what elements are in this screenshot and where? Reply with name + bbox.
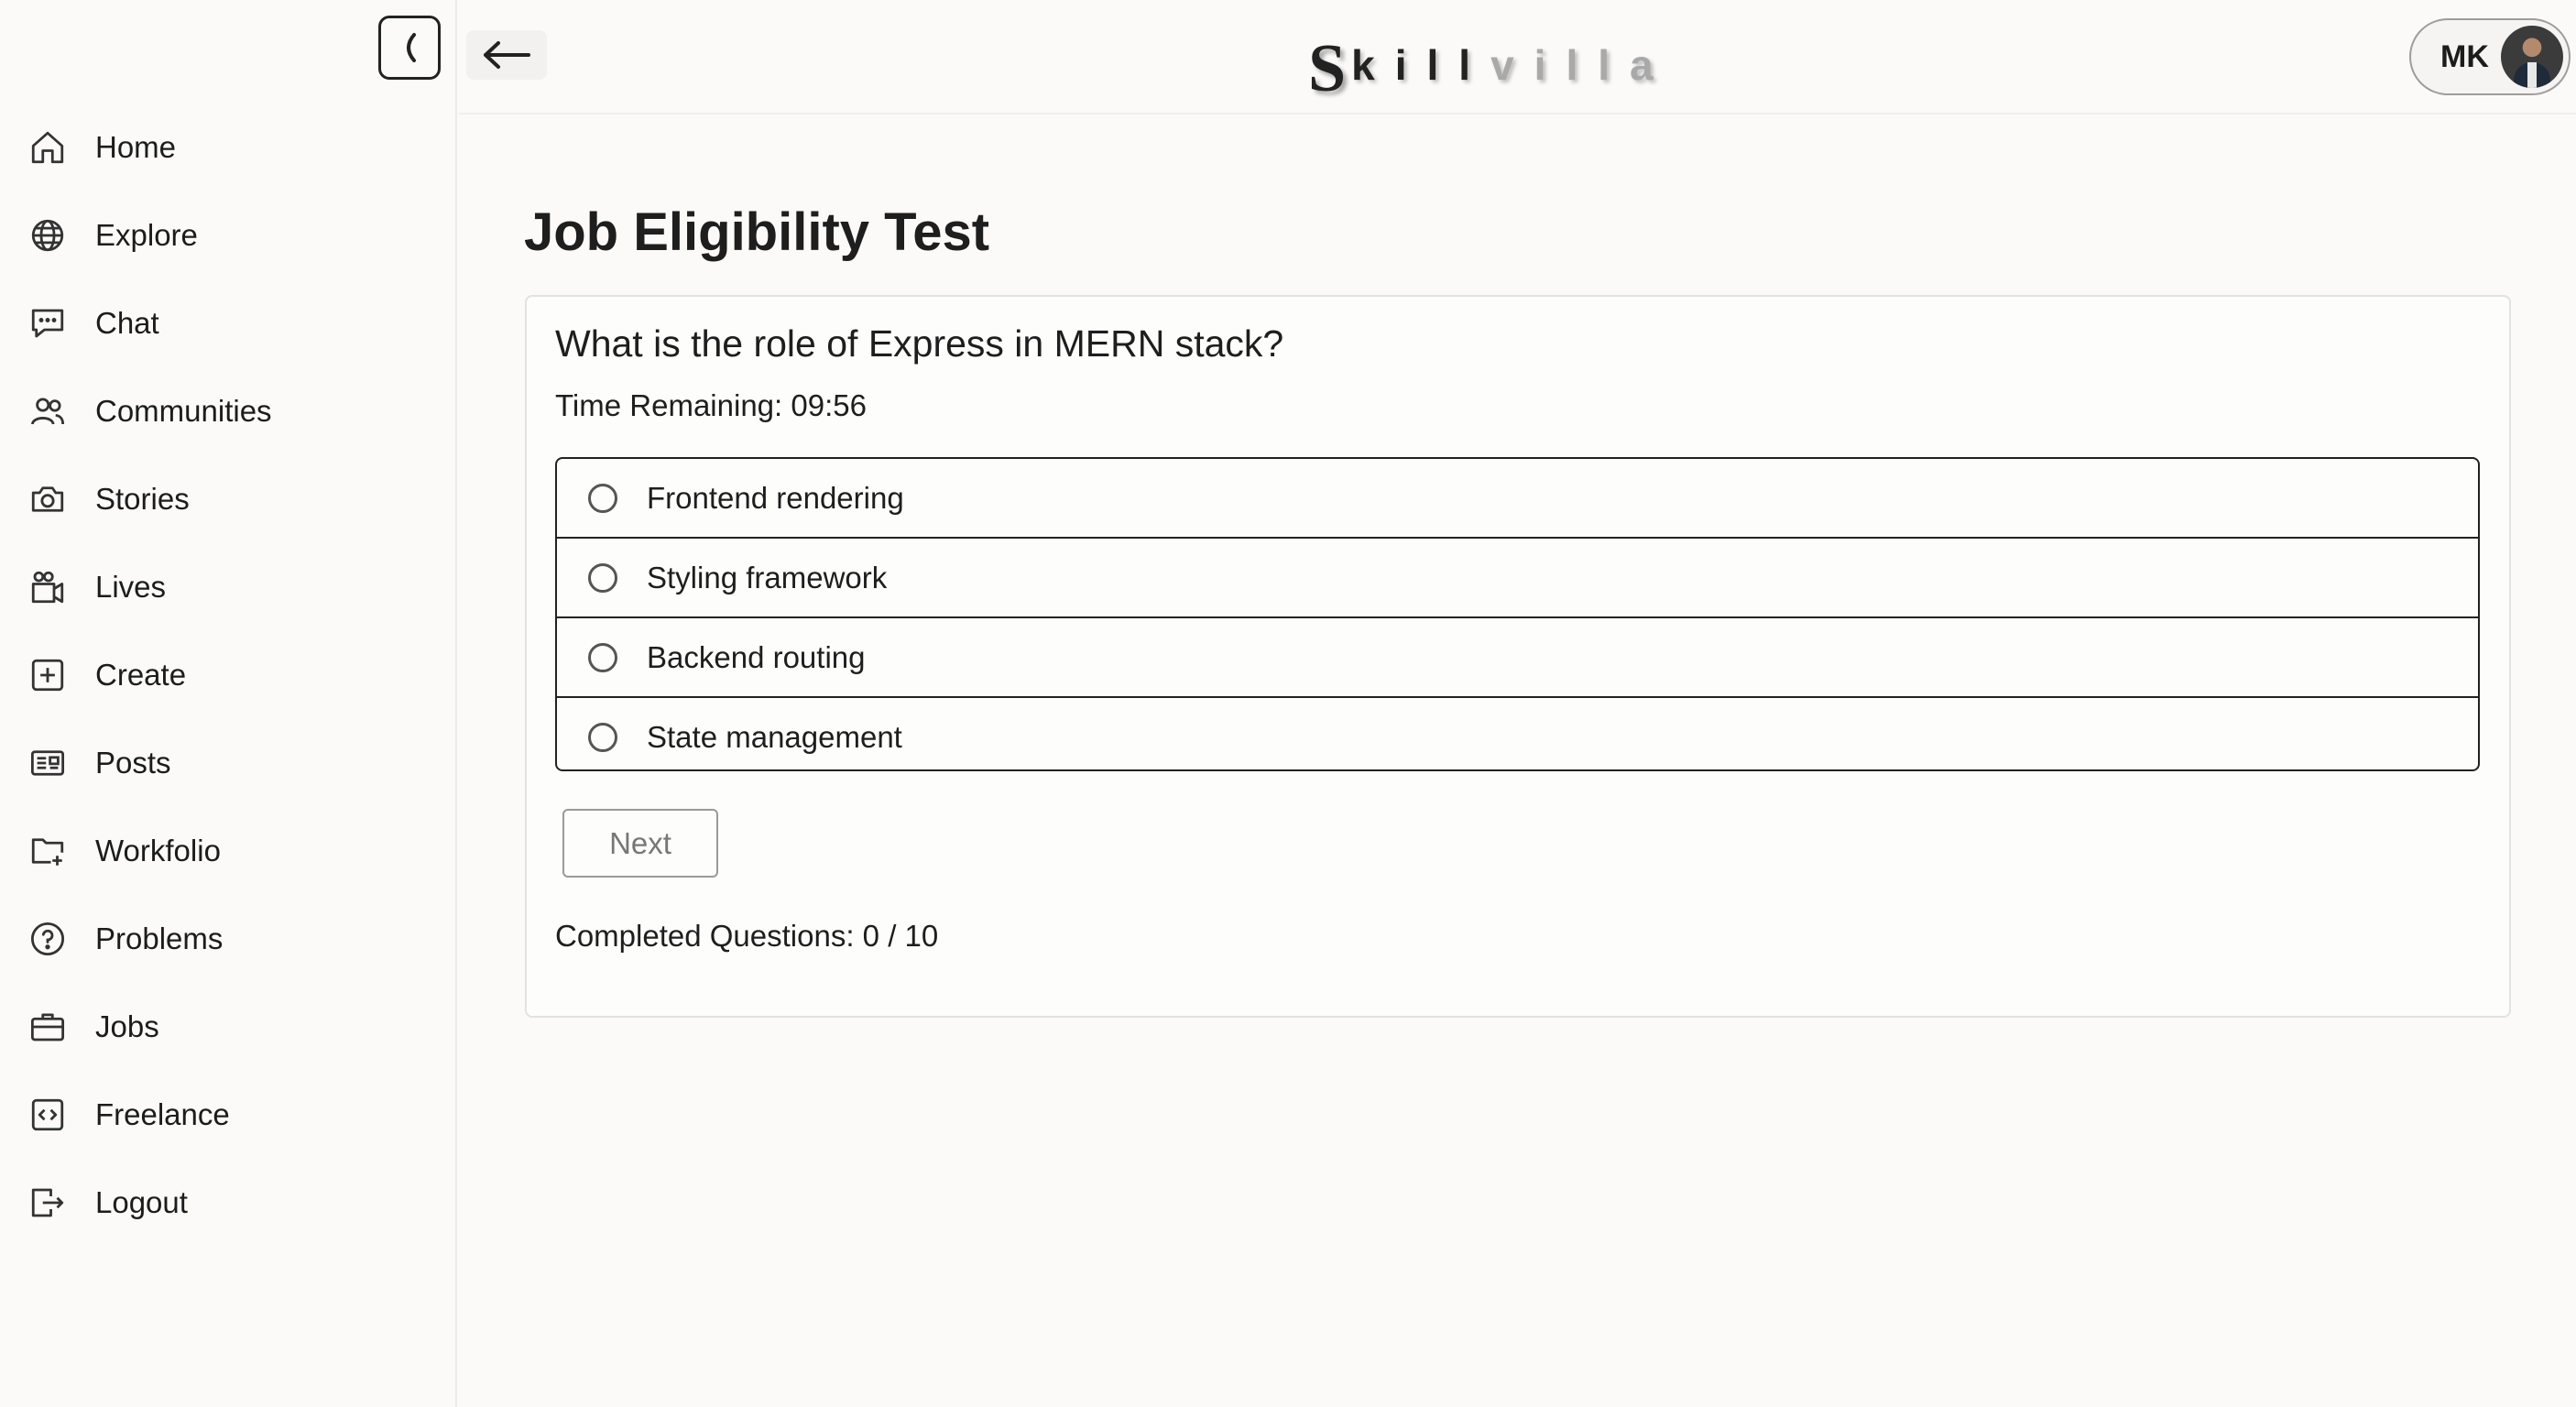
sidebar-item-lives[interactable]: Lives [27, 560, 431, 615]
chevron-left-icon [407, 33, 416, 62]
sidebar-item-posts[interactable]: Posts [27, 736, 431, 791]
page-title: Job Eligibility Test [524, 202, 990, 262]
plus-square-icon [27, 655, 68, 695]
sidebar-item-label: Communities [95, 394, 272, 428]
sidebar-item-problems[interactable]: Problems [27, 911, 431, 966]
radio-button[interactable] [588, 642, 617, 672]
radio-button[interactable] [588, 562, 617, 593]
home-icon [27, 127, 68, 168]
sidebar-item-label: Explore [95, 218, 198, 252]
sidebar-item-label: Workfolio [95, 834, 221, 867]
answer-option[interactable]: Backend routing [557, 618, 2478, 698]
skillvilla-logo[interactable]: S killvilla [1308, 27, 1656, 106]
logo-s: S [1308, 31, 1347, 106]
sidebar-item-freelance[interactable]: Freelance [27, 1087, 431, 1142]
question-text: What is the role of Express in MERN stac… [555, 322, 1284, 365]
users-icon [27, 391, 68, 431]
sidebar-item-label: Lives [95, 570, 167, 604]
sidebar-item-label: Problems [95, 922, 224, 955]
folder-plus-icon [27, 831, 68, 871]
profile-menu[interactable]: MK [2409, 18, 2571, 95]
answer-option[interactable]: State management [557, 698, 2478, 769]
sidebar-item-stories[interactable]: Stories [27, 472, 431, 527]
sidebar-item-label: Posts [95, 746, 171, 780]
sidebar: Home Explore Chat Communities Stories Li… [0, 0, 457, 1407]
sidebar-item-label: Create [95, 658, 187, 692]
help-circle-icon [27, 919, 68, 959]
profile-initials: MK [2440, 38, 2489, 74]
sidebar-item-label: Home [95, 130, 177, 164]
sidebar-item-chat[interactable]: Chat [27, 296, 431, 351]
back-button[interactable] [466, 30, 547, 80]
briefcase-icon [27, 1007, 68, 1047]
code-square-icon [27, 1095, 68, 1135]
arrow-left-icon [484, 41, 530, 69]
logo-wordmark: killvilla [1351, 41, 1674, 89]
logout-icon [27, 1183, 68, 1223]
sidebar-item-label: Logout [95, 1185, 188, 1219]
chat-icon [27, 303, 68, 344]
answer-option-label: Styling framework [647, 560, 888, 594]
globe-icon [27, 215, 68, 256]
sidebar-item-workfolio[interactable]: Workfolio [27, 823, 431, 878]
completed-questions: Completed Questions: 0 / 10 [555, 919, 939, 953]
sidebar-item-label: Jobs [95, 1009, 159, 1043]
answer-option-label: Frontend rendering [647, 480, 904, 515]
answer-option[interactable]: Styling framework [557, 539, 2478, 618]
next-button[interactable]: Next [562, 809, 718, 878]
time-remaining: Time Remaining: 09:56 [555, 388, 867, 422]
answer-option-label: Backend routing [647, 639, 866, 674]
newspaper-icon [27, 743, 68, 783]
sidebar-item-label: Freelance [95, 1097, 230, 1131]
sidebar-item-communities[interactable]: Communities [27, 384, 431, 439]
sidebar-item-create[interactable]: Create [27, 648, 431, 703]
sidebar-item-logout[interactable]: Logout [27, 1175, 431, 1230]
radio-button[interactable] [588, 483, 617, 513]
video-icon [27, 567, 68, 607]
answer-option-label: State management [647, 719, 902, 754]
answer-option[interactable]: Frontend rendering [557, 459, 2478, 539]
sidebar-item-label: Chat [95, 306, 159, 340]
sidebar-item-home[interactable]: Home [27, 120, 431, 175]
avatar [2501, 26, 2563, 88]
sidebar-item-jobs[interactable]: Jobs [27, 999, 431, 1054]
sidebar-item-explore[interactable]: Explore [27, 208, 431, 263]
sidebar-item-label: Stories [95, 482, 190, 516]
answer-options: Frontend rendering Styling framework Bac… [555, 457, 2480, 771]
radio-button[interactable] [588, 722, 617, 752]
sidebar-collapse-button[interactable] [378, 16, 441, 80]
camera-icon [27, 479, 68, 519]
